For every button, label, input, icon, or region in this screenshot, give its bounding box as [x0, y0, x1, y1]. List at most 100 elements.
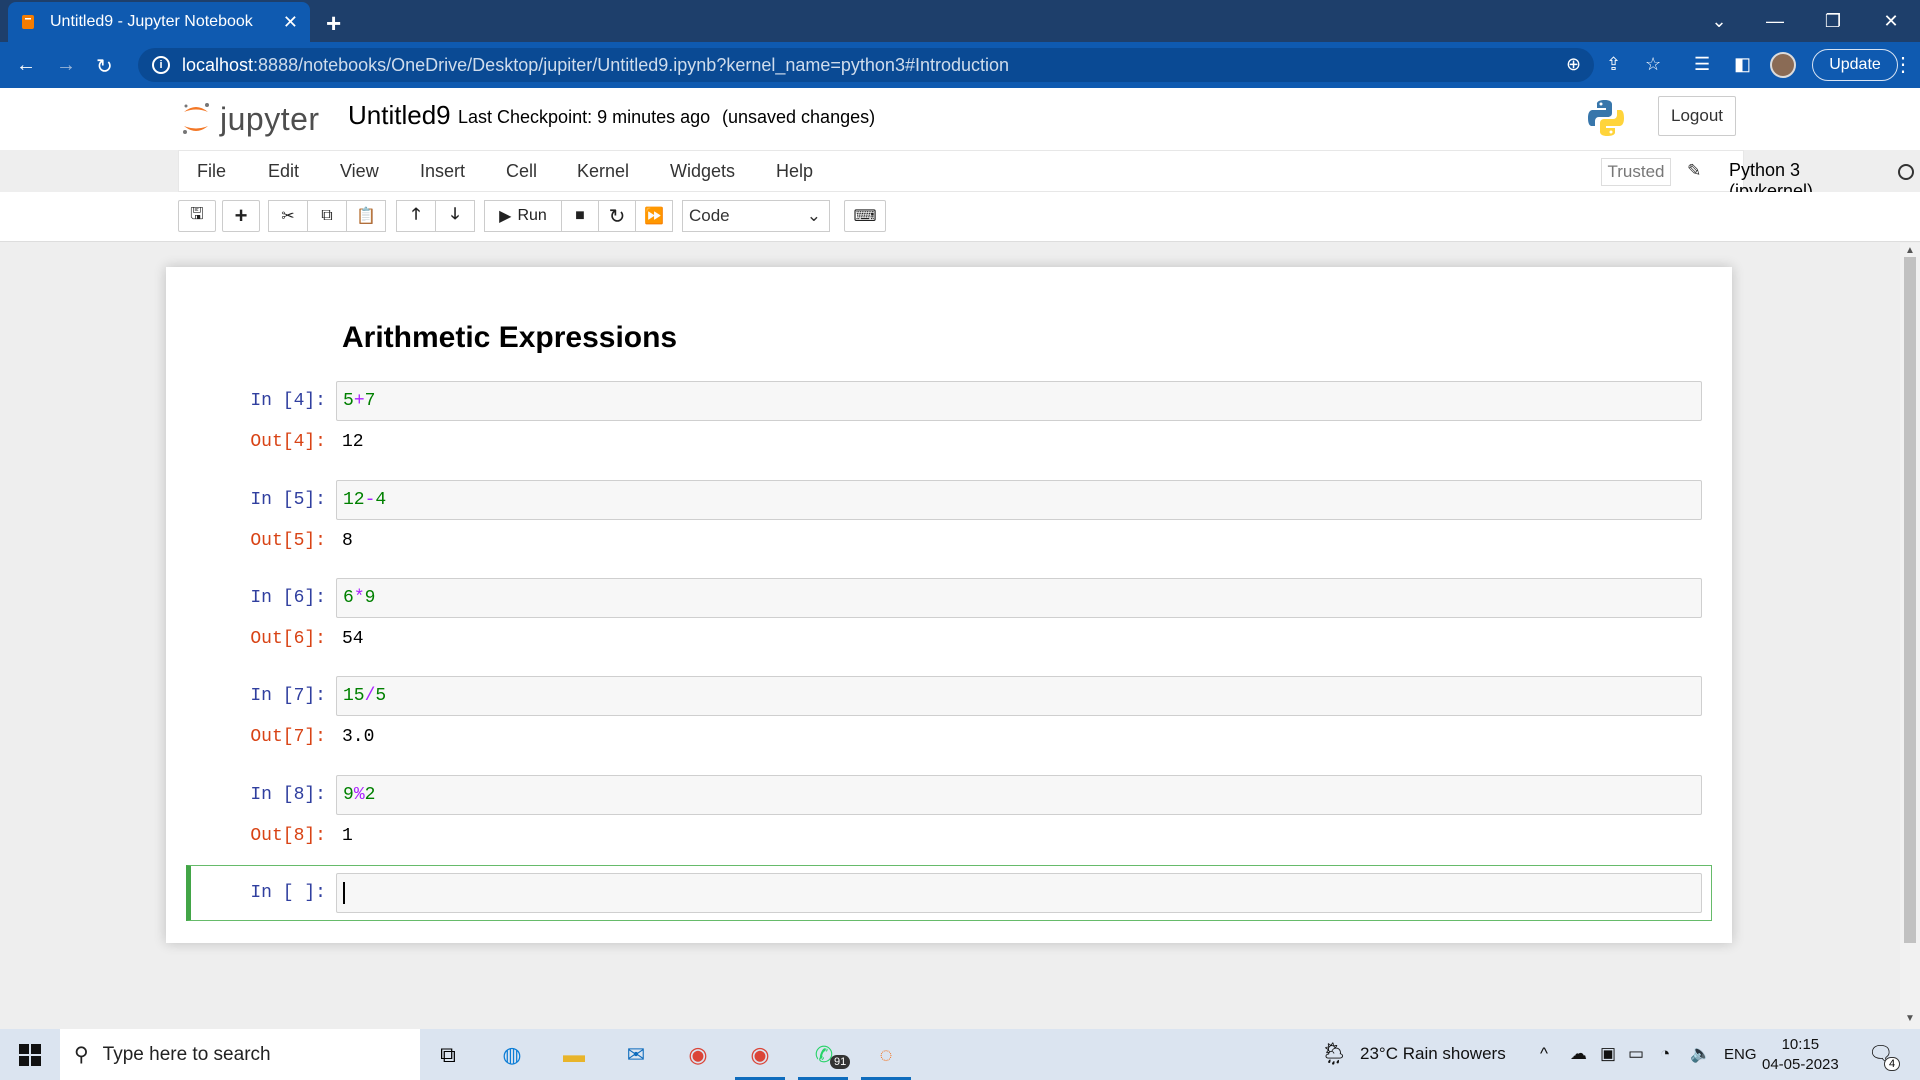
- window-close-icon[interactable]: ✕: [1862, 0, 1920, 42]
- file-explorer-icon[interactable]: ▬: [556, 1037, 592, 1073]
- cell-type-select[interactable]: Code ⌄: [682, 200, 830, 232]
- code-token: 9: [343, 785, 354, 805]
- markdown-heading[interactable]: Arithmetic Expressions: [342, 321, 677, 355]
- save-icon[interactable]: 🖫: [178, 200, 216, 232]
- run-label: Run: [517, 207, 547, 224]
- profile-avatar[interactable]: [1770, 52, 1796, 78]
- move-down-icon[interactable]: 🡓: [435, 200, 475, 232]
- menu-file[interactable]: File: [197, 161, 226, 182]
- insert-cell-icon[interactable]: +: [222, 200, 260, 232]
- windows-start-icon[interactable]: [12, 1037, 48, 1073]
- share-icon[interactable]: ⇪: [1606, 54, 1621, 75]
- minimize-icon[interactable]: —: [1746, 0, 1804, 42]
- menu-insert[interactable]: Insert: [420, 161, 465, 182]
- bookmark-star-icon[interactable]: ☆: [1645, 54, 1661, 75]
- volume-icon[interactable]: 🔈: [1690, 1044, 1711, 1064]
- code-cell-input[interactable]: 6*9: [336, 578, 1702, 618]
- search-placeholder: Type here to search: [102, 1043, 271, 1065]
- paste-icon[interactable]: 📋: [346, 200, 386, 232]
- menu-view[interactable]: View: [340, 161, 379, 182]
- menu-kernel[interactable]: Kernel: [577, 161, 629, 182]
- taskbar-search-box[interactable]: ⚲ Type here to search: [60, 1029, 420, 1080]
- run-button[interactable]: ▶ Run: [484, 200, 562, 232]
- system-clock[interactable]: 10:15 04-05-2023: [1762, 1035, 1839, 1075]
- stop-icon[interactable]: ■: [561, 200, 599, 232]
- forward-icon[interactable]: →: [56, 54, 76, 77]
- browser-menu-icon[interactable]: ⋮: [1893, 52, 1913, 77]
- active-code-input[interactable]: [336, 873, 1702, 913]
- tab-search-chevron-icon[interactable]: ⌄: [1690, 0, 1748, 42]
- run-group: ▶ Run ■ ↻ ⏩: [484, 200, 673, 232]
- code-token: 15: [343, 686, 365, 706]
- code-cell-input[interactable]: 15/5: [336, 676, 1702, 716]
- jupyter-taskbar-icon[interactable]: ◌: [868, 1037, 904, 1073]
- zoom-icon[interactable]: ⊕: [1566, 54, 1581, 75]
- side-panel-icon[interactable]: ◧: [1734, 54, 1751, 75]
- notebook-toolbar: 🖫 + ✂ ⧉ 📋 🡑 🡓 ▶ Run ■ ↻ ⏩ Code ⌄ ⌨: [0, 192, 1920, 242]
- keyboard-icon[interactable]: ⌨: [844, 200, 886, 232]
- scrollbar-thumb[interactable]: [1904, 257, 1916, 943]
- url-field[interactable]: i localhost:8888/notebooks/OneDrive/Desk…: [138, 48, 1594, 82]
- code-token: %: [353, 785, 365, 805]
- battery-icon[interactable]: ▭: [1628, 1044, 1644, 1064]
- in-prompt: In [ ]:: [250, 883, 326, 903]
- code-token: 2: [364, 785, 376, 805]
- restore-icon[interactable]: ❐: [1804, 0, 1862, 42]
- edit-mode-pencil-icon: ✎: [1687, 161, 1702, 180]
- notification-count: 4: [1884, 1057, 1901, 1071]
- jupyter-logo[interactable]: jupyter: [180, 100, 320, 138]
- meet-icon[interactable]: ▣: [1600, 1044, 1616, 1064]
- tray-overflow-icon[interactable]: ^: [1540, 1044, 1548, 1064]
- code-token: -: [364, 490, 376, 510]
- code-cell-input[interactable]: 12-4: [336, 480, 1702, 520]
- copy-icon[interactable]: ⧉: [307, 200, 347, 232]
- chrome-profile-icon[interactable]: ◉: [742, 1037, 778, 1073]
- clock-time: 10:15: [1781, 1036, 1820, 1053]
- onedrive-icon[interactable]: ☁: [1570, 1044, 1587, 1064]
- fast-forward-icon[interactable]: ⏩: [635, 200, 673, 232]
- browser-tab[interactable]: Untitled9 - Jupyter Notebook ✕: [8, 2, 310, 42]
- kernel-idle-indicator-icon: [1898, 164, 1914, 180]
- in-prompt: In [4]:: [250, 391, 326, 411]
- new-tab-icon[interactable]: +: [326, 8, 341, 39]
- code-cell-input[interactable]: 5+7: [336, 381, 1702, 421]
- scrollbar[interactable]: ▲ ▼: [1900, 243, 1920, 1029]
- notebook-name[interactable]: Untitled9: [348, 100, 451, 131]
- tab-close-icon[interactable]: ✕: [283, 12, 298, 33]
- move-up-icon[interactable]: 🡑: [396, 200, 436, 232]
- menu-widgets[interactable]: Widgets: [670, 161, 735, 182]
- logout-button[interactable]: Logout: [1658, 96, 1736, 136]
- code-token: 12: [343, 490, 365, 510]
- reload-icon[interactable]: ↻: [96, 54, 113, 79]
- menu-help[interactable]: Help: [776, 161, 813, 182]
- chevron-down-icon: ⌄: [806, 206, 821, 225]
- cell-output: 12: [342, 432, 364, 452]
- search-icon: ⚲: [74, 1044, 89, 1066]
- cell-output: 54: [342, 629, 364, 649]
- weather-text[interactable]: 23°C Rain showers: [1360, 1044, 1506, 1064]
- menu-edit[interactable]: Edit: [268, 161, 299, 182]
- scroll-down-icon[interactable]: ▼: [1905, 1013, 1915, 1024]
- edge-icon[interactable]: ◍: [494, 1037, 530, 1073]
- mail-icon[interactable]: ✉: [618, 1037, 654, 1073]
- scroll-up-icon[interactable]: ▲: [1905, 245, 1915, 256]
- restart-icon[interactable]: ↻: [598, 200, 636, 232]
- language-indicator[interactable]: ENG: [1724, 1046, 1757, 1063]
- reading-list-icon[interactable]: ☰: [1694, 54, 1710, 75]
- update-button[interactable]: Update: [1812, 49, 1898, 81]
- in-prompt: In [5]:: [250, 490, 326, 510]
- code-cell-input[interactable]: 9%2: [336, 775, 1702, 815]
- code-token: +: [353, 391, 365, 411]
- wifi-icon[interactable]: ◔: [1660, 1044, 1670, 1064]
- menu-cell[interactable]: Cell: [506, 161, 537, 182]
- task-view-icon[interactable]: ⧉: [430, 1037, 466, 1073]
- back-icon[interactable]: ←: [16, 54, 36, 77]
- notebook-container: Arithmetic Expressions In [4]: 5+7 Out[4…: [166, 267, 1732, 943]
- site-info-icon[interactable]: i: [152, 56, 170, 74]
- cut-icon[interactable]: ✂: [268, 200, 308, 232]
- trusted-badge[interactable]: Trusted: [1601, 158, 1671, 186]
- chrome-icon[interactable]: ◉: [680, 1037, 716, 1073]
- code-token: 9: [364, 588, 376, 608]
- whatsapp-badge: 91: [830, 1055, 851, 1069]
- cell-output: 3.0: [342, 727, 375, 747]
